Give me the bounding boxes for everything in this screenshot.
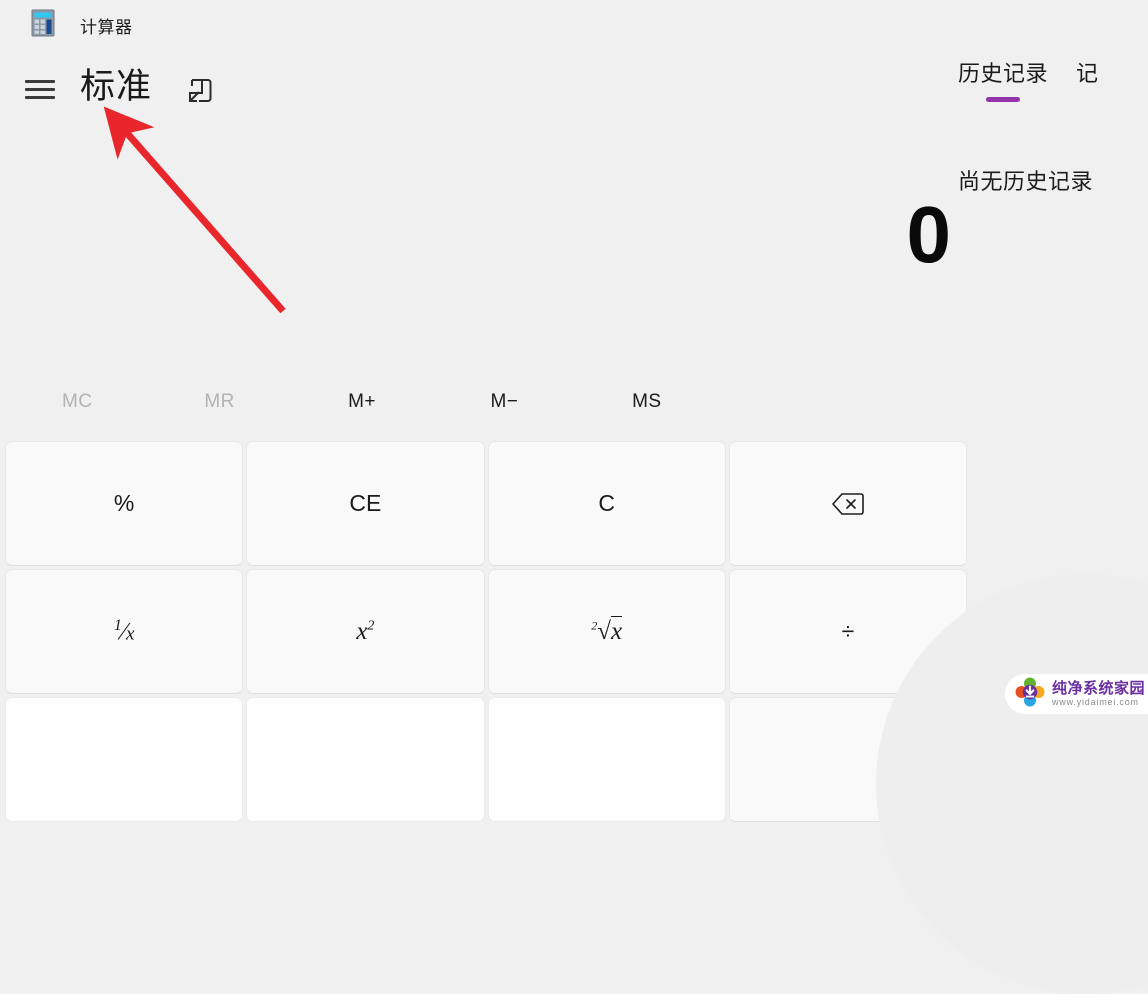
- calculator-mode-label[interactable]: 标准: [80, 64, 152, 110]
- tab-active-underline: [986, 97, 1020, 102]
- memory-subtract-button[interactable]: M−: [433, 384, 575, 420]
- percent-button[interactable]: %: [5, 441, 244, 566]
- watermark: 纯净系统家园 www.yidaimei.com: [1005, 674, 1148, 714]
- download-flower-icon: [1015, 677, 1045, 712]
- display-value: 0: [906, 190, 951, 279]
- app-title: 计算器: [80, 18, 133, 37]
- eight-button[interactable]: [246, 697, 485, 822]
- backspace-button[interactable]: [728, 441, 967, 566]
- square-label: x2: [356, 617, 375, 645]
- tab-memory-label: 记: [1076, 61, 1099, 86]
- seven-button[interactable]: [5, 697, 244, 822]
- tab-memory[interactable]: 记: [1076, 56, 1099, 96]
- square-root-button[interactable]: 2√x: [487, 569, 726, 694]
- history-tab-list: 历史记录 记: [958, 56, 1099, 102]
- clear-entry-label: CE: [349, 490, 382, 516]
- display-area: 0: [0, 180, 968, 310]
- keep-on-top-icon[interactable]: [182, 72, 218, 108]
- reciprocal-label: 1⁄x: [113, 616, 135, 646]
- reciprocal-button[interactable]: 1⁄x: [5, 569, 244, 694]
- keypad: % CE C 1⁄x x2 2√x ÷: [5, 441, 967, 822]
- backspace-icon: [831, 491, 865, 517]
- clear-label: C: [598, 490, 615, 516]
- title-bar: 计算器: [0, 0, 1148, 48]
- history-empty-message: 尚无历史记录: [958, 169, 1094, 194]
- memory-store-button[interactable]: MS: [576, 384, 718, 420]
- hamburger-menu-icon[interactable]: [22, 74, 58, 106]
- watermark-url: www.yidaimei.com: [1052, 696, 1139, 707]
- memory-recall-button[interactable]: MR: [148, 384, 290, 420]
- calculator-icon: [28, 9, 58, 37]
- square-root-label: 2√x: [591, 615, 623, 645]
- tab-history[interactable]: 历史记录: [958, 56, 1049, 102]
- clear-entry-button[interactable]: CE: [246, 441, 485, 566]
- divide-label: ÷: [841, 618, 855, 644]
- watermark-text: 纯净系统家园 www.yidaimei.com: [1052, 679, 1146, 708]
- tab-history-label: 历史记录: [958, 61, 1049, 86]
- square-button[interactable]: x2: [246, 569, 485, 694]
- clear-button[interactable]: C: [487, 441, 726, 566]
- divide-button[interactable]: ÷: [728, 569, 967, 694]
- history-panel: 历史记录 记 尚无历史记录: [958, 56, 1148, 246]
- watermark-title: 纯净系统家园: [1052, 679, 1146, 697]
- multiply-button[interactable]: [728, 697, 967, 822]
- memory-add-button[interactable]: M+: [291, 384, 433, 420]
- memory-button-row: MC MR M+ M− MS: [6, 384, 718, 420]
- nine-button[interactable]: [487, 697, 726, 822]
- memory-clear-button[interactable]: MC: [6, 384, 148, 420]
- percent-label: %: [113, 490, 135, 516]
